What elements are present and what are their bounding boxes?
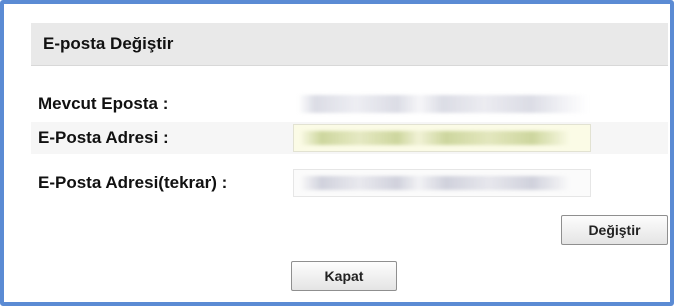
new-email-input[interactable] bbox=[293, 124, 591, 152]
confirm-email-label: E-Posta Adresi(tekrar) : bbox=[38, 173, 228, 192]
confirm-email-row: E-Posta Adresi(tekrar) : bbox=[31, 167, 668, 199]
new-email-label: E-Posta Adresi : bbox=[38, 128, 169, 147]
current-email-label: Mevcut Eposta : bbox=[38, 94, 169, 113]
new-email-row: E-Posta Adresi : bbox=[31, 122, 668, 154]
change-email-dialog: E-posta Değiştir Mevcut Eposta : E-Posta… bbox=[0, 0, 674, 306]
close-button[interactable]: Kapat bbox=[291, 261, 397, 291]
current-email-row: Mevcut Eposta : bbox=[31, 88, 668, 120]
new-email-input-value bbox=[300, 131, 570, 145]
current-email-value bbox=[298, 95, 588, 113]
dialog-title: E-posta Değiştir bbox=[43, 34, 174, 53]
confirm-email-input-value bbox=[300, 176, 570, 190]
change-button[interactable]: Değiştir bbox=[561, 215, 668, 245]
confirm-email-input[interactable] bbox=[293, 169, 591, 197]
dialog-header: E-posta Değiştir bbox=[31, 23, 668, 66]
